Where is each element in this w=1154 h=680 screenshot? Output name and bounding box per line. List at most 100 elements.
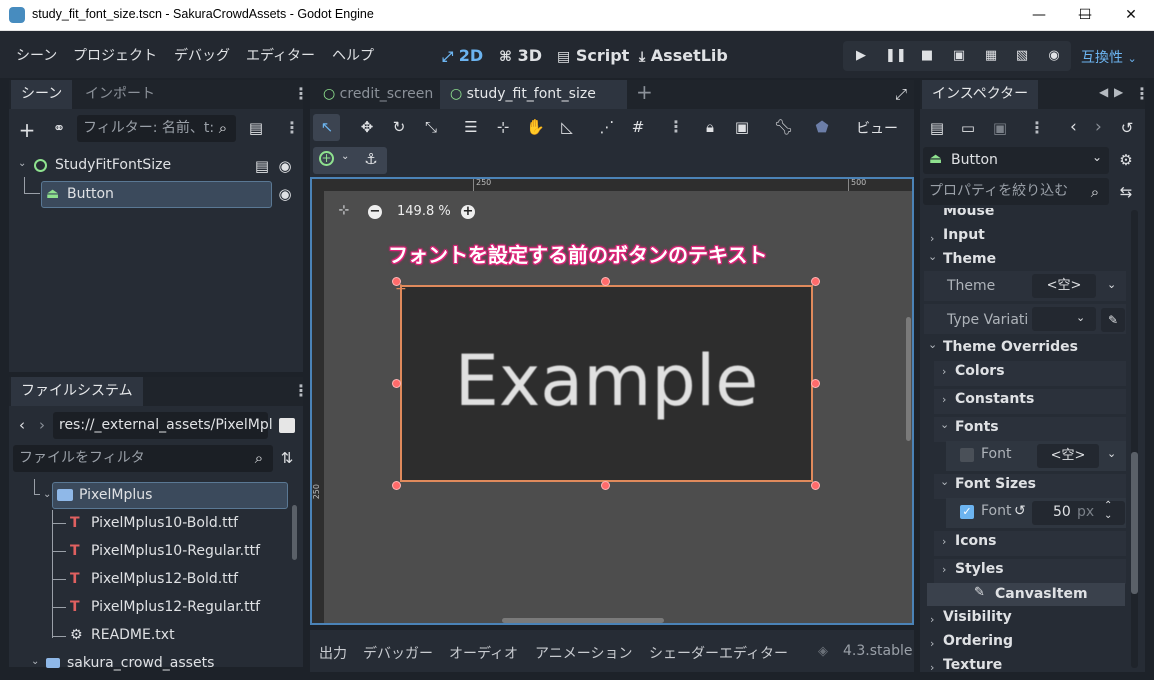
- font-size-value[interactable]: 50: [1053, 504, 1071, 520]
- inspector-menu-icon[interactable]: ⋮: [1134, 84, 1150, 103]
- chevron-down-icon[interactable]: ⌄: [928, 338, 937, 351]
- path-field[interactable]: res://_external_assets/PixelMpl: [53, 412, 273, 439]
- chevron-right-icon[interactable]: ›: [942, 365, 946, 378]
- dock-move-left-icon[interactable]: ◀: [1099, 85, 1108, 99]
- tab-credit-screen[interactable]: ○ credit_screen: [313, 80, 443, 109]
- inspector-scrollbar[interactable]: [1131, 452, 1138, 594]
- chevron-down-icon[interactable]: ⌄: [341, 151, 349, 162]
- node-tools-icon[interactable]: ⚙: [1118, 151, 1134, 169]
- section-styles[interactable]: Styles: [955, 561, 1004, 577]
- anchor-preset-icon[interactable]: +: [319, 151, 334, 166]
- grid-snap-icon[interactable]: #: [629, 118, 647, 136]
- menu-debug[interactable]: デバッグ: [174, 45, 230, 65]
- chevron-down-icon[interactable]: ⌄: [1076, 311, 1085, 324]
- font-resource-picker[interactable]: <空>: [1037, 444, 1099, 468]
- section-visibility[interactable]: Visibility: [943, 609, 1012, 625]
- type-variation-dropdown[interactable]: [1032, 307, 1096, 331]
- chevron-down-icon[interactable]: ⌄: [1092, 150, 1102, 164]
- file-item[interactable]: README.txt: [91, 627, 175, 643]
- tab-study-fit-font-size[interactable]: ○ study_fit_font_size ✕: [440, 80, 627, 130]
- history-forward-icon[interactable]: ›: [1095, 117, 1102, 137]
- section-input[interactable]: Input: [943, 227, 985, 243]
- workspace-assetlib[interactable]: ⤓ AssetLib: [639, 46, 728, 65]
- search-icon[interactable]: ⌕: [214, 119, 232, 137]
- scale-tool-icon[interactable]: ⤡: [422, 118, 440, 136]
- lock-icon[interactable]: 🔒︎: [701, 118, 719, 136]
- remote-debug-icon[interactable]: ▣: [950, 48, 968, 63]
- menu-project[interactable]: プロジェクト: [73, 45, 157, 65]
- tab-filesystem[interactable]: ファイルシステム: [11, 377, 143, 406]
- tree-node-root[interactable]: StudyFitFontSize: [55, 157, 171, 173]
- horizontal-scrollbar[interactable]: [502, 618, 664, 623]
- chevron-down-icon[interactable]: ⌄: [18, 158, 26, 169]
- bottom-tab-audio[interactable]: オーディオ: [449, 643, 518, 663]
- ruler-tool-icon[interactable]: ◺: [558, 118, 576, 136]
- resize-handle[interactable]: [601, 481, 610, 490]
- tab-scene[interactable]: シーン: [11, 80, 73, 109]
- save-icon[interactable]: ▣: [992, 119, 1008, 137]
- new-resource-icon[interactable]: ▤: [929, 119, 945, 137]
- forward-icon[interactable]: ›: [39, 416, 45, 434]
- chevron-down-icon[interactable]: ⌄: [43, 489, 51, 500]
- stop-icon[interactable]: ■: [918, 48, 936, 63]
- movie-maker-icon[interactable]: ◉: [1045, 48, 1063, 63]
- tab-inspector[interactable]: インスペクター: [922, 80, 1039, 109]
- chevron-right-icon[interactable]: ›: [942, 393, 946, 406]
- theme-resource-picker[interactable]: <空>: [1032, 274, 1096, 298]
- back-icon[interactable]: ‹: [19, 416, 25, 434]
- visibility-eye-icon[interactable]: ◉: [276, 185, 294, 203]
- file-item[interactable]: PixelMplus12-Bold.ttf: [91, 571, 238, 587]
- file-item[interactable]: PixelMplus10-Bold.ttf: [91, 515, 238, 531]
- menu-help[interactable]: ヘルプ: [332, 45, 374, 65]
- font-size-override-checkbox[interactable]: ✓: [960, 505, 974, 519]
- scene-tree-menu-icon[interactable]: ⋮: [284, 118, 300, 137]
- workspace-2d[interactable]: ⤢ 2D: [442, 46, 483, 65]
- scrollbar[interactable]: [292, 505, 297, 560]
- group-icon[interactable]: ▣: [733, 118, 751, 136]
- history-back-icon[interactable]: ‹: [1070, 117, 1077, 137]
- close-button[interactable]: ✕: [1108, 0, 1154, 31]
- minimize-button[interactable]: —: [1016, 0, 1062, 31]
- history-icon[interactable]: ↺: [1119, 119, 1135, 137]
- anchor-icon[interactable]: ⚓︎: [362, 150, 380, 168]
- zoom-level[interactable]: 149.8 %: [397, 204, 451, 219]
- bottom-tab-output[interactable]: 出力: [319, 643, 347, 663]
- folder-pixelmplus[interactable]: PixelMplus: [79, 487, 152, 503]
- resize-handle[interactable]: [811, 277, 820, 286]
- section-ordering[interactable]: Ordering: [943, 633, 1013, 649]
- pivot-tool-icon[interactable]: ⊹: [494, 118, 512, 136]
- chevron-right-icon[interactable]: ›: [942, 563, 946, 576]
- chevron-down-icon[interactable]: ⌄: [940, 475, 949, 488]
- script-icon[interactable]: ▤: [253, 157, 271, 175]
- vertical-scrollbar[interactable]: [906, 317, 911, 441]
- bone-icon[interactable]: 🦴︎: [774, 118, 793, 136]
- bottom-tab-shader[interactable]: シェーダーエディター: [649, 643, 788, 663]
- canvas-viewport[interactable]: 250 500 250 ⊹ − 149.8 % + フォントを設定する前のボタン…: [310, 177, 914, 625]
- open-folder-icon[interactable]: ▭: [960, 119, 976, 137]
- menu-scene[interactable]: シーン: [16, 45, 57, 65]
- workspace-3d[interactable]: ⌘ 3D: [499, 46, 542, 65]
- select-arrow-icon[interactable]: ↖: [318, 118, 336, 136]
- move-tool-icon[interactable]: ✥: [358, 118, 376, 136]
- search-icon[interactable]: ⌕: [250, 449, 268, 467]
- scene-dock-menu-icon[interactable]: ⋮: [293, 84, 309, 103]
- chevron-right-icon[interactable]: ›: [930, 232, 934, 245]
- link-icon[interactable]: ⚭: [50, 119, 68, 137]
- section-colors[interactable]: Colors: [955, 363, 1005, 379]
- chevron-down-icon[interactable]: ⌄: [1107, 278, 1116, 291]
- attach-script-icon[interactable]: ▤: [247, 119, 265, 137]
- resize-handle[interactable]: [811, 379, 820, 388]
- section-theme-overrides[interactable]: Theme Overrides: [943, 339, 1078, 355]
- workspace-script[interactable]: ▤ Script: [557, 46, 629, 65]
- snap-options-icon[interactable]: ⋮: [668, 117, 684, 136]
- chevron-down-icon[interactable]: ⌄: [940, 418, 949, 431]
- view-menu[interactable]: ビュー: [856, 118, 898, 138]
- renderer-compat-dropdown[interactable]: 互換性 ⌄: [1081, 47, 1137, 67]
- chevron-right-icon[interactable]: ›: [930, 613, 934, 626]
- dock-move-right-icon[interactable]: ▶: [1114, 85, 1123, 99]
- section-icons[interactable]: Icons: [955, 533, 996, 549]
- rotate-tool-icon[interactable]: ↻: [390, 118, 408, 136]
- menu-editor[interactable]: エディター: [246, 45, 315, 65]
- section-constants[interactable]: Constants: [955, 391, 1034, 407]
- search-icon[interactable]: ⌕: [1087, 183, 1103, 201]
